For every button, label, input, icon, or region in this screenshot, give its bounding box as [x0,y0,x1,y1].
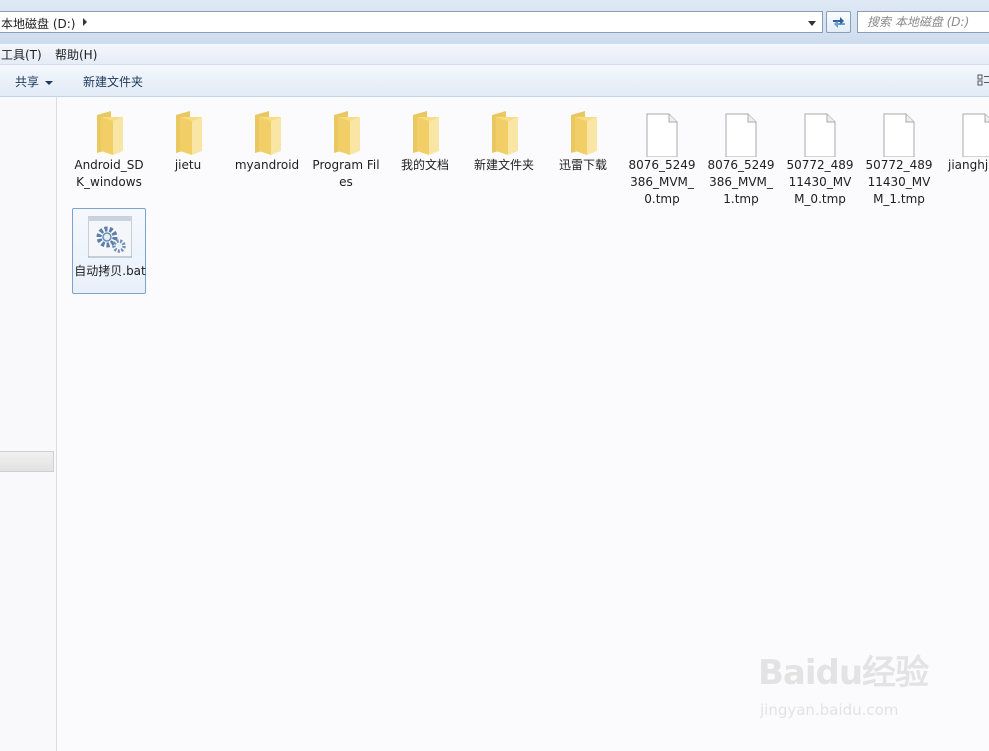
file-item-document[interactable]: 50772_48911430_MVM_0.tmp [783,103,857,206]
file-item-folder[interactable]: 迅雷下载 [546,103,620,189]
file-name: Program Files [312,158,380,189]
file-name: jietu [174,158,202,172]
watermark-url: jingyan.baidu.com [760,701,899,719]
nav-selected-item[interactable] [0,451,54,472]
menu-help[interactable]: 帮助(H) [55,46,97,63]
file-name: myandroid [234,158,300,172]
folder-icon [571,111,597,155]
file-name: 50772_48911430_MVM_1.tmp [865,158,933,206]
file-item-folder[interactable]: Android_SDK_windows [72,103,146,189]
file-name: 迅雷下载 [558,158,607,172]
blank-document-icon [804,113,836,157]
blank-document-icon [962,113,989,157]
refresh-icon [833,17,845,28]
address-bar[interactable]: 本地磁盘 (D:) [0,11,823,33]
address-bar-row: 本地磁盘 (D:) [0,0,989,44]
share-dropdown-icon [45,80,54,85]
share-button[interactable]: 共享 [15,73,54,90]
file-item-folder[interactable]: 我的文档 [388,103,462,189]
folder-icon [176,111,202,155]
file-item-document[interactable]: 8076_5249386_MVM_1.tmp [704,103,778,206]
address-dropdown-icon[interactable] [804,15,820,31]
file-name: 8076_5249386_MVM_0.tmp [628,158,696,206]
view-options-icon[interactable] [977,74,989,86]
file-item-document[interactable]: 50772_48911430_MVM_1.tmp [862,103,936,206]
file-item-document[interactable]: jianghj. [941,103,989,189]
file-name: 我的文档 [400,158,449,172]
file-name: 自动拷贝.bat [74,264,146,278]
blank-document-icon [883,113,915,157]
folder-icon [97,111,123,155]
address-path[interactable]: 本地磁盘 (D:) [1,15,75,32]
file-name: Android_SDK_windows [74,158,144,189]
blank-document-icon [725,113,757,157]
watermark-logo: Baidu经验 [758,653,929,693]
search-input[interactable] [867,14,989,30]
navigation-pane[interactable] [0,97,57,751]
file-name: 新建文件夹 [473,158,534,172]
share-label: 共享 [15,75,40,89]
batch-file-gear-icon [88,216,132,258]
file-item-folder[interactable]: 新建文件夹 [467,103,541,189]
file-item-document[interactable]: 8076_5249386_MVM_0.tmp [625,103,699,206]
menu-tools[interactable]: 工具(T) [1,46,42,63]
refresh-button[interactable] [826,11,851,33]
folder-icon [413,111,439,155]
menu-bar: 工具(T) 帮助(H) [0,44,989,65]
file-item-folder[interactable]: myandroid [230,103,304,189]
folder-icon [492,111,518,155]
search-box[interactable] [857,11,989,33]
command-toolbar: 共享 新建文件夹 [0,65,989,97]
breadcrumb-chevron-icon[interactable] [83,18,87,26]
file-name: 50772_48911430_MVM_0.tmp [786,158,854,206]
file-name: jianghj. [948,158,989,172]
file-item-batch-selected[interactable]: 自动拷贝.bat [72,208,146,294]
file-item-folder[interactable]: Program Files [309,103,383,189]
folder-icon [255,111,281,155]
blank-document-icon [646,113,678,157]
baidu-jingyan-watermark: Baidu经验 jingyan.baidu.com [758,645,938,725]
folder-icon [334,111,360,155]
file-name: 8076_5249386_MVM_1.tmp [707,158,775,206]
new-folder-button[interactable]: 新建文件夹 [83,73,143,90]
file-item-folder[interactable]: jietu [151,103,225,189]
